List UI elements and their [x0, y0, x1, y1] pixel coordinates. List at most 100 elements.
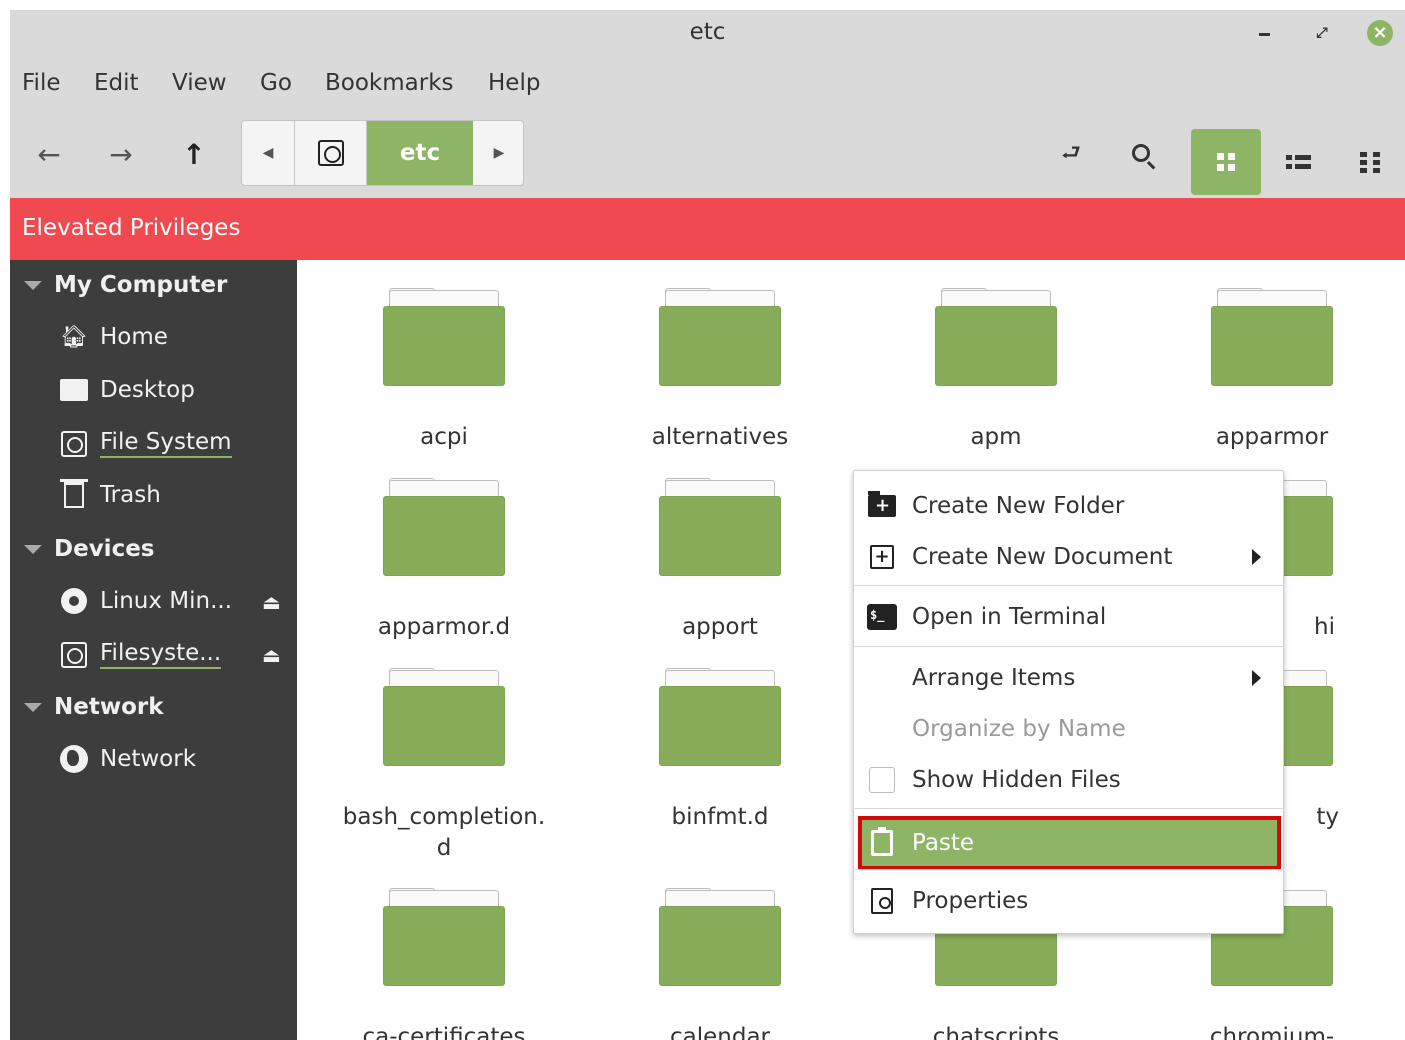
folder-name: bash_completion. d — [342, 804, 546, 861]
menu-item-properties[interactable]: Properties — [854, 878, 1283, 924]
sidebar-item-label: Filesyste... — [100, 640, 222, 669]
checkbox-icon[interactable] — [869, 767, 895, 793]
folder-item[interactable]: apport — [605, 478, 835, 643]
menu-separator — [855, 646, 1284, 647]
menu-item-organize-by-name: Organize by Name — [854, 706, 1283, 752]
icon-view-icon — [1217, 153, 1235, 171]
folder-icon — [935, 288, 1057, 386]
folder-name: apm — [970, 424, 1022, 450]
new-folder-icon — [868, 491, 896, 517]
breadcrumb-next-button[interactable]: ▶ — [473, 121, 523, 185]
folder-icon — [383, 288, 505, 386]
filesystem-icon — [61, 641, 87, 668]
menu-edit[interactable]: Edit — [94, 70, 139, 96]
menu-bar: File Edit View Go Bookmarks Help — [10, 60, 1405, 112]
folder-icon — [659, 888, 781, 986]
folder-name: apport — [682, 614, 758, 640]
sidebar-section-label: My Computer — [54, 272, 228, 298]
search-button[interactable] — [1122, 134, 1164, 176]
sidebar: My Computer 🏠︎ Home Desktop File System T… — [10, 260, 297, 1040]
sidebar-item-filesystem-device[interactable]: Filesyste... — [60, 640, 222, 669]
sidebar-item-network[interactable]: Network — [60, 745, 196, 773]
menu-item-label: Open in Terminal — [912, 604, 1107, 630]
sidebar-item-label: Network — [100, 746, 197, 772]
breadcrumb-prev-button[interactable]: ◀ — [242, 121, 295, 185]
expander-icon — [24, 281, 42, 290]
breadcrumb-root-button[interactable] — [295, 121, 367, 185]
folder-item[interactable]: apparmor — [1157, 288, 1387, 453]
folder-item[interactable]: alternatives — [605, 288, 835, 453]
menu-bookmarks[interactable]: Bookmarks — [325, 70, 454, 96]
folder-item[interactable]: apparmor.d — [329, 478, 559, 643]
icon-view-button[interactable] — [1191, 129, 1261, 195]
toggle-location-button[interactable]: ⮐ — [1050, 134, 1092, 176]
sidebar-item-home[interactable]: 🏠︎ Home — [60, 323, 168, 351]
menu-item-open-in-terminal[interactable]: $_ Open in Terminal — [854, 594, 1283, 640]
filesystem-icon — [317, 140, 344, 166]
minimize-button[interactable] — [1250, 19, 1278, 47]
list-view-button[interactable] — [1263, 129, 1333, 195]
menu-item-show-hidden-files[interactable]: Show Hidden Files — [854, 757, 1283, 803]
eject-icon[interactable]: ⏏ — [262, 590, 281, 614]
folder-item[interactable]: acpi — [329, 288, 559, 453]
minimize-icon — [1258, 32, 1270, 36]
folder-item[interactable]: calendar — [605, 888, 835, 1040]
folder-name: chatscripts — [932, 1024, 1060, 1040]
forward-button[interactable]: → — [101, 134, 141, 174]
menu-item-paste[interactable]: Paste — [858, 816, 1281, 870]
window-title: etc — [689, 19, 726, 45]
sidebar-item-label: Linux Min... — [100, 588, 233, 614]
menu-item-label: Arrange Items — [912, 665, 1076, 691]
new-document-icon: + — [870, 545, 894, 569]
menu-go[interactable]: Go — [260, 70, 292, 96]
folder-item[interactable]: binfmt.d — [605, 668, 835, 833]
folder-item[interactable]: ca-certificates — [329, 888, 559, 1040]
menu-separator — [855, 869, 1284, 870]
folder-item[interactable]: apm — [881, 288, 1111, 453]
folder-icon — [1211, 288, 1333, 386]
menu-file[interactable]: File — [22, 70, 61, 96]
folder-item[interactable]: bash_completion. d — [329, 668, 559, 864]
file-manager-window: etc ⤢ × File Edit View Go Bookmarks Help… — [10, 10, 1405, 1040]
sidebar-section-my-computer[interactable]: My Computer — [24, 272, 227, 298]
back-button[interactable]: ← — [29, 134, 69, 174]
breadcrumb-current[interactable]: etc — [367, 121, 473, 185]
back-arrow-icon: ← — [37, 137, 61, 171]
menu-item-create-new-document[interactable]: + Create New Document — [854, 534, 1283, 580]
menu-separator — [855, 808, 1284, 809]
eject-icon[interactable]: ⏏ — [262, 643, 281, 667]
menu-view[interactable]: View — [172, 70, 227, 96]
folder-icon — [383, 668, 505, 766]
folder-name: alternatives — [651, 424, 789, 450]
sidebar-item-file-system[interactable]: File System — [60, 429, 232, 458]
sidebar-item-label: Desktop — [100, 377, 195, 403]
close-button[interactable]: × — [1366, 19, 1394, 47]
menu-item-label: Properties — [912, 888, 1029, 914]
menu-separator — [855, 585, 1284, 586]
folder-name: binfmt.d — [671, 804, 769, 830]
menu-item-create-new-folder[interactable]: Create New Folder — [854, 483, 1283, 529]
menu-help[interactable]: Help — [488, 70, 540, 96]
compact-view-icon — [1360, 151, 1380, 173]
sidebar-item-label: Trash — [100, 482, 161, 508]
sidebar-section-network[interactable]: Network — [24, 694, 164, 720]
maximize-button[interactable]: ⤢ — [1308, 19, 1336, 47]
expander-icon — [24, 703, 42, 712]
sidebar-section-label: Devices — [54, 536, 155, 562]
folder-icon — [659, 668, 781, 766]
sidebar-item-trash[interactable]: Trash — [60, 479, 161, 509]
menu-item-arrange-items[interactable]: Arrange Items — [854, 655, 1283, 701]
folder-name: calendar — [669, 1024, 770, 1040]
menu-item-label: Paste — [912, 830, 975, 856]
breadcrumb: ◀ etc ▶ — [241, 120, 524, 186]
folder-name: ca-certificates — [362, 1024, 526, 1040]
up-button[interactable]: ↑ — [174, 134, 214, 174]
folder-icon — [659, 478, 781, 576]
sidebar-section-label: Network — [54, 694, 164, 720]
sidebar-item-linux-mint-disc[interactable]: Linux Min... — [60, 587, 232, 615]
terminal-icon: $_ — [867, 604, 897, 630]
folder-name: chromium- — [1209, 1024, 1335, 1040]
compact-view-button[interactable] — [1335, 129, 1405, 195]
sidebar-item-desktop[interactable]: Desktop — [60, 376, 195, 404]
sidebar-section-devices[interactable]: Devices — [24, 536, 155, 562]
